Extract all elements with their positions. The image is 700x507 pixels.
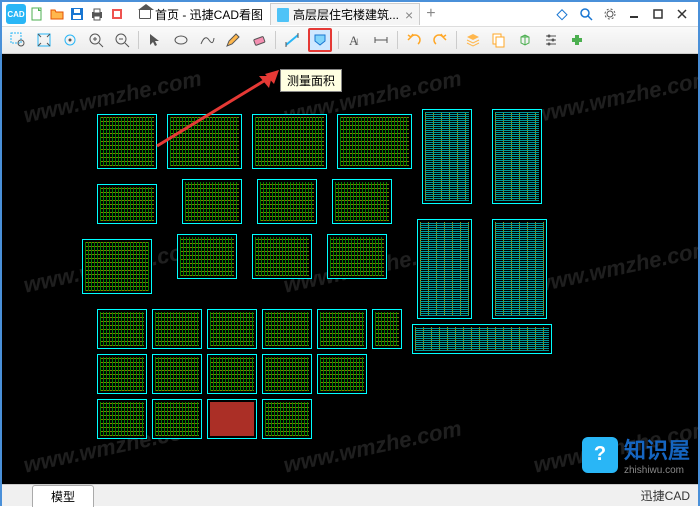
window-controls [554, 6, 694, 22]
minimize-button[interactable] [626, 6, 642, 22]
tab-add-button[interactable]: + [420, 5, 441, 23]
tab-home-label: 首页 - 迅捷CAD看图 [155, 6, 263, 23]
document-icon [277, 8, 289, 22]
dimension-icon[interactable] [371, 30, 391, 50]
measure-distance-icon[interactable] [282, 30, 302, 50]
drawing-thumb[interactable] [262, 309, 312, 349]
save-icon[interactable] [68, 5, 86, 23]
drawing-thumb[interactable] [337, 114, 412, 169]
pan-icon[interactable] [60, 30, 80, 50]
drawing-thumb[interactable] [257, 179, 317, 224]
tab-home[interactable]: 首页 - 迅捷CAD看图 [132, 3, 270, 26]
tab-document-label: 高层层住宅楼建筑... [293, 6, 399, 23]
plugin-icon[interactable] [567, 30, 587, 50]
drawing-thumb[interactable] [97, 354, 147, 394]
diamond-icon[interactable] [554, 6, 570, 22]
drawing-thumb[interactable] [327, 234, 387, 279]
drawing-thumb[interactable] [262, 354, 312, 394]
drawing-thumb[interactable] [152, 354, 202, 394]
undo-icon[interactable] [404, 30, 424, 50]
drawing-thumb[interactable] [207, 309, 257, 349]
measure-area-button[interactable] [308, 28, 332, 52]
brand-badge: ? 知识屋 zhishiwu.com [582, 433, 690, 476]
separator [275, 31, 276, 49]
svg-text:I: I [356, 37, 359, 47]
separator [138, 31, 139, 49]
zoom-window-icon[interactable] [8, 30, 28, 50]
recent-icon[interactable] [108, 5, 126, 23]
drawing-canvas[interactable]: www.wmzhe.com www.wmzhe.com www.wmzhe.co… [2, 54, 698, 484]
drawing-thumb[interactable] [97, 309, 147, 349]
copy-icon[interactable] [489, 30, 509, 50]
drawing-thumb[interactable] [492, 109, 542, 204]
drawing-thumb[interactable] [167, 114, 242, 169]
drawing-thumb[interactable] [97, 114, 157, 169]
drawing-thumb[interactable] [177, 234, 237, 279]
titlebar: CAD 首页 - 迅捷CAD看图 高层层住宅楼建筑... × + [2, 2, 698, 26]
open-file-icon[interactable] [48, 5, 66, 23]
brand-sub: zhishiwu.com [624, 465, 690, 476]
drawing-thumb[interactable] [82, 239, 152, 294]
tab-document[interactable]: 高层层住宅楼建筑... × [270, 3, 420, 25]
cube-3d-icon[interactable] [515, 30, 535, 50]
ellipse-icon[interactable] [171, 30, 191, 50]
home-icon [139, 9, 151, 19]
status-right-label: 迅捷CAD [641, 487, 698, 504]
brand-icon: ? [582, 437, 618, 473]
pencil-icon[interactable] [223, 30, 243, 50]
drawing-thumb[interactable] [207, 399, 257, 439]
drawing-thumbnails [2, 54, 698, 484]
app-icon: CAD [6, 4, 26, 24]
search-icon[interactable] [578, 6, 594, 22]
drawing-thumb[interactable] [97, 184, 157, 224]
tooltip-measure-area: 测量面积 [280, 69, 342, 92]
drawing-thumb[interactable] [422, 109, 472, 204]
separator [397, 31, 398, 49]
separator [338, 31, 339, 49]
drawing-thumb[interactable] [332, 179, 392, 224]
drawing-thumb[interactable] [417, 219, 472, 319]
zoom-in-icon[interactable] [86, 30, 106, 50]
eraser-icon[interactable] [249, 30, 269, 50]
separator [456, 31, 457, 49]
drawing-thumb[interactable] [182, 179, 242, 224]
settings-icon[interactable] [541, 30, 561, 50]
drawing-thumb[interactable] [97, 399, 147, 439]
drawing-thumb[interactable] [152, 309, 202, 349]
drawing-thumb[interactable] [492, 219, 547, 319]
drawing-thumb[interactable] [252, 114, 327, 169]
close-button[interactable] [674, 6, 690, 22]
statusbar: 模型 迅捷CAD [2, 484, 698, 506]
drawing-thumb[interactable] [412, 324, 552, 354]
pointer-icon[interactable] [145, 30, 165, 50]
text-icon[interactable]: AI [345, 30, 365, 50]
drawing-thumb[interactable] [372, 309, 402, 349]
layer-icon[interactable] [463, 30, 483, 50]
gear-icon[interactable] [602, 6, 618, 22]
drawing-thumb[interactable] [207, 354, 257, 394]
spline-icon[interactable] [197, 30, 217, 50]
drawing-thumb[interactable] [152, 399, 202, 439]
maximize-button[interactable] [650, 6, 666, 22]
drawing-thumb[interactable] [262, 399, 312, 439]
toolbar: AI [2, 26, 698, 54]
brand-name: 知识屋 [624, 433, 690, 465]
tab-close-icon[interactable]: × [405, 7, 413, 23]
new-file-icon[interactable] [28, 5, 46, 23]
tab-bar: 首页 - 迅捷CAD看图 高层层住宅楼建筑... × + [132, 3, 442, 26]
drawing-thumb[interactable] [317, 309, 367, 349]
zoom-extents-icon[interactable] [34, 30, 54, 50]
redo-icon[interactable] [430, 30, 450, 50]
zoom-out-icon[interactable] [112, 30, 132, 50]
drawing-thumb[interactable] [252, 234, 312, 279]
model-tab[interactable]: 模型 [32, 485, 94, 507]
print-icon[interactable] [88, 5, 106, 23]
drawing-thumb[interactable] [317, 354, 367, 394]
